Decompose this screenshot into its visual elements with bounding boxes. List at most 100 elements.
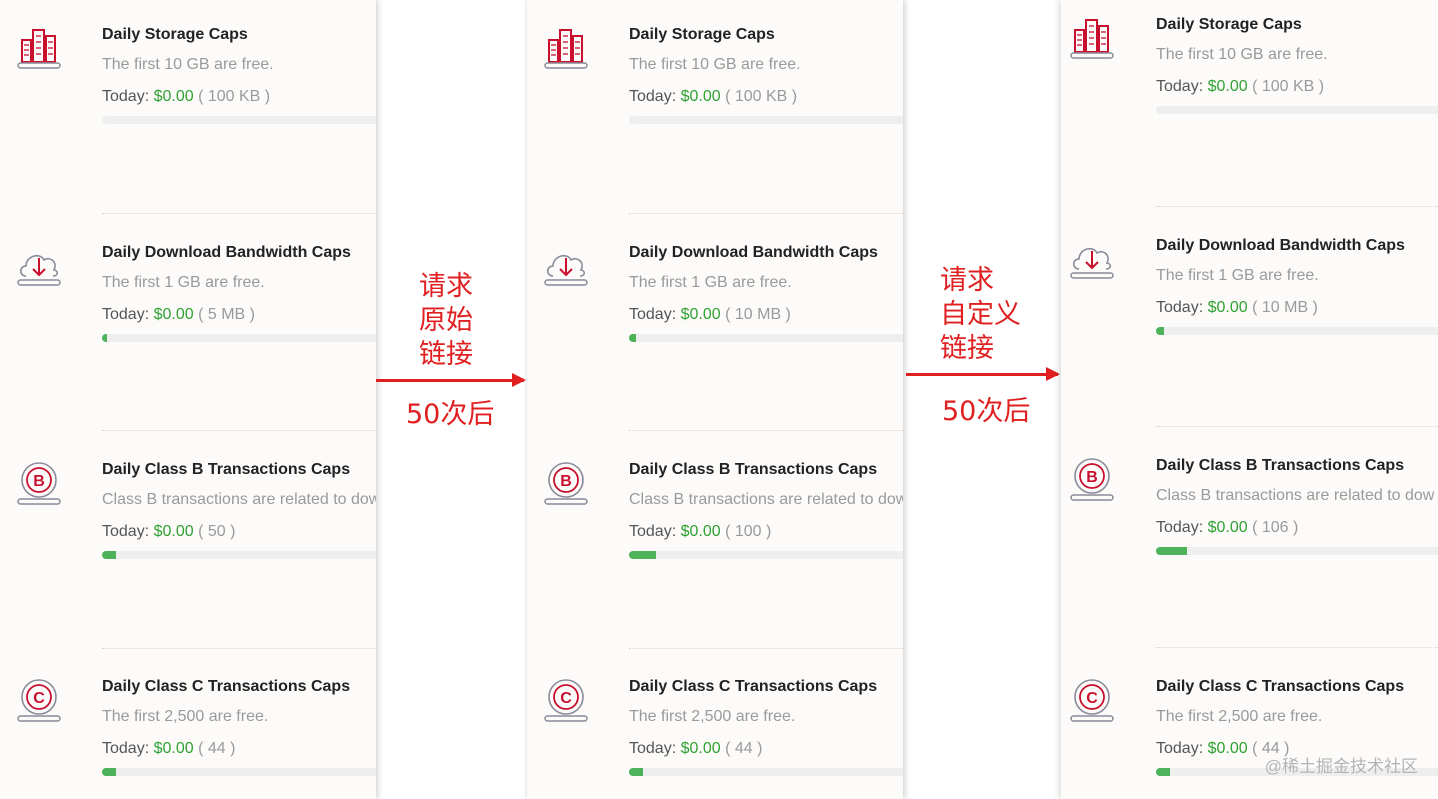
today-amount: ( 44 ) bbox=[725, 740, 763, 757]
today-usage: Today: $0.00 ( 50 ) bbox=[102, 523, 235, 541]
annotation-custom-link: 请求 自定义 链接 bbox=[940, 264, 1022, 366]
today-label: Today: bbox=[102, 523, 150, 540]
divider bbox=[102, 430, 376, 431]
today-amount: ( 10 MB ) bbox=[725, 306, 791, 323]
card-title: Daily Class C Transactions Caps bbox=[102, 678, 351, 695]
caps-panel-after-original: Daily Storage Caps The first 10 GB are f… bbox=[527, 0, 903, 799]
today-label: Today: bbox=[629, 523, 677, 540]
right-arrow-icon bbox=[906, 367, 1060, 381]
card-title: Daily Download Bandwidth Caps bbox=[102, 244, 351, 261]
card-title: Daily Class B Transactions Caps bbox=[629, 461, 878, 478]
today-usage: Today: $0.00 ( 44 ) bbox=[629, 740, 762, 758]
today-amount: ( 106 ) bbox=[1252, 519, 1299, 536]
usage-progress-bar bbox=[629, 768, 903, 776]
storage-icon bbox=[17, 29, 61, 69]
annotation-line: 请求 bbox=[940, 265, 994, 296]
right-arrow-icon bbox=[376, 373, 526, 387]
request-count-label: 50次后 bbox=[406, 399, 495, 430]
usage-progress-bar bbox=[102, 551, 376, 559]
card-title: Daily Class B Transactions Caps bbox=[102, 461, 351, 478]
annotation-line: 自定义 bbox=[940, 299, 1021, 330]
usage-progress-fill bbox=[629, 334, 637, 342]
today-amount: ( 100 KB ) bbox=[725, 88, 798, 105]
today-label: Today: bbox=[629, 306, 677, 323]
divider bbox=[102, 213, 376, 214]
today-usage: Today: $0.00 ( 106 ) bbox=[1156, 519, 1298, 537]
today-usage: Today: $0.00 ( 10 MB ) bbox=[629, 306, 791, 324]
divider bbox=[629, 430, 903, 431]
usage-progress-bar bbox=[102, 334, 376, 342]
card-title: Daily Class C Transactions Caps bbox=[629, 678, 878, 695]
today-amount: ( 100 KB ) bbox=[198, 88, 271, 105]
today-label: Today: bbox=[629, 88, 677, 105]
class-b-icon: B bbox=[544, 462, 588, 505]
request-count-label: 50次后 bbox=[942, 396, 1031, 427]
card-title: Daily Download Bandwidth Caps bbox=[1156, 237, 1405, 254]
cloud-download-icon bbox=[544, 254, 588, 286]
today-cost: $0.00 bbox=[153, 306, 194, 323]
divider bbox=[629, 213, 903, 214]
svg-text:C: C bbox=[1086, 690, 1098, 707]
today-cost: $0.00 bbox=[153, 740, 194, 757]
divider bbox=[102, 648, 376, 649]
divider bbox=[1156, 206, 1438, 207]
today-cost: $0.00 bbox=[680, 523, 721, 540]
svg-text:C: C bbox=[33, 690, 45, 707]
svg-text:B: B bbox=[560, 473, 572, 490]
cloud-download-icon bbox=[1070, 247, 1114, 279]
today-amount: ( 100 ) bbox=[725, 523, 772, 540]
today-usage: Today: $0.00 ( 5 MB ) bbox=[102, 306, 255, 324]
today-label: Today: bbox=[629, 740, 677, 757]
today-usage: Today: $0.00 ( 100 KB ) bbox=[629, 88, 797, 106]
class-b-icon: B bbox=[1070, 458, 1114, 501]
today-cost: $0.00 bbox=[1207, 299, 1248, 316]
card-description: The first 2,500 are free. bbox=[102, 708, 269, 725]
storage-icon bbox=[544, 29, 588, 69]
annotation-line: 链接 bbox=[419, 339, 473, 370]
card-description: The first 10 GB are free. bbox=[629, 56, 801, 73]
usage-progress-bar bbox=[102, 768, 376, 776]
annotation-original-link: 请求 原始 链接 bbox=[406, 270, 486, 372]
watermark: @稀土掘金技术社区 bbox=[1264, 757, 1418, 776]
today-label: Today: bbox=[1156, 299, 1204, 316]
storage-icon bbox=[1070, 19, 1114, 59]
cloud-download-icon bbox=[17, 254, 61, 286]
today-cost: $0.00 bbox=[680, 306, 721, 323]
svg-text:C: C bbox=[560, 690, 572, 707]
today-amount: ( 44 ) bbox=[198, 740, 236, 757]
card-title: Daily Class B Transactions Caps bbox=[1156, 457, 1405, 474]
usage-progress-bar bbox=[1156, 106, 1438, 114]
usage-progress-bar bbox=[629, 551, 903, 559]
class-b-icon: B bbox=[17, 462, 61, 505]
annotation-line: 请求 bbox=[419, 271, 473, 302]
usage-progress-fill bbox=[1156, 547, 1188, 555]
usage-progress-fill bbox=[1156, 768, 1171, 776]
today-cost: $0.00 bbox=[153, 523, 194, 540]
divider bbox=[629, 648, 903, 649]
usage-progress-fill bbox=[629, 768, 643, 776]
today-label: Today: bbox=[1156, 78, 1204, 95]
today-cost: $0.00 bbox=[1207, 519, 1248, 536]
divider bbox=[1156, 426, 1438, 427]
today-amount: ( 5 MB ) bbox=[198, 306, 255, 323]
usage-progress-fill bbox=[102, 551, 116, 559]
today-usage: Today: $0.00 ( 100 ) bbox=[629, 523, 771, 541]
today-usage: Today: $0.00 ( 44 ) bbox=[102, 740, 235, 758]
today-label: Today: bbox=[1156, 519, 1204, 536]
card-description: The first 2,500 are free. bbox=[1156, 708, 1323, 725]
card-title: Daily Storage Caps bbox=[1156, 16, 1302, 33]
card-description: The first 1 GB are free. bbox=[102, 274, 265, 291]
caps-panel-after-custom: Daily Storage Caps The first 10 GB are f… bbox=[1061, 0, 1438, 799]
annotation-line: 原始 bbox=[419, 305, 473, 336]
usage-progress-bar bbox=[102, 116, 376, 124]
divider bbox=[1156, 647, 1438, 648]
svg-text:B: B bbox=[1086, 469, 1098, 486]
today-amount: ( 100 KB ) bbox=[1252, 78, 1325, 95]
today-cost: $0.00 bbox=[680, 88, 721, 105]
today-usage: Today: $0.00 ( 10 MB ) bbox=[1156, 299, 1318, 317]
card-description: The first 10 GB are free. bbox=[1156, 46, 1328, 63]
usage-progress-bar bbox=[629, 334, 903, 342]
today-label: Today: bbox=[102, 306, 150, 323]
today-label: Today: bbox=[102, 88, 150, 105]
card-description: The first 2,500 are free. bbox=[629, 708, 796, 725]
